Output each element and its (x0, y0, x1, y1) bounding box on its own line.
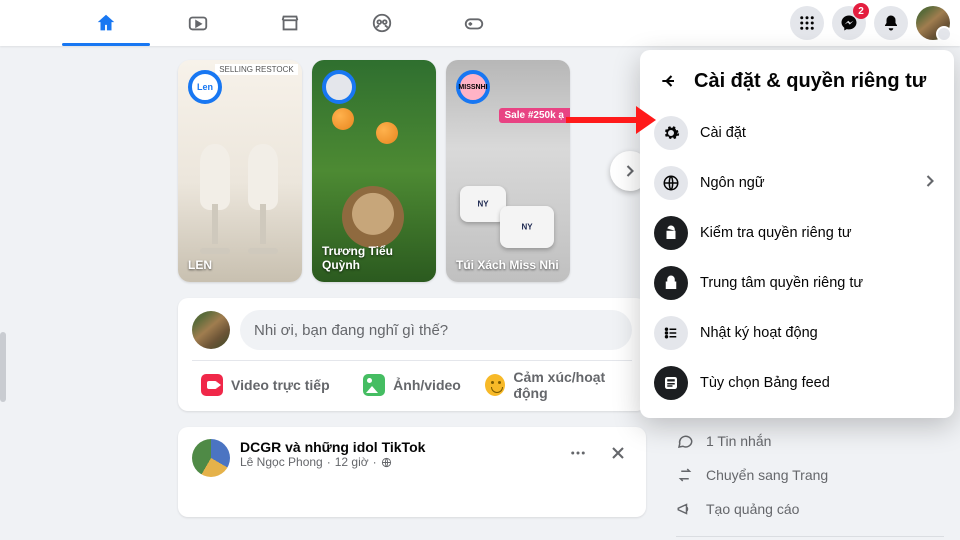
lock-icon (654, 266, 688, 300)
grid-icon (798, 14, 816, 32)
gear-icon (654, 116, 688, 150)
main-column: SELLING RESTOCK Len LEN Trương Tiểu Quỳn… (178, 60, 646, 517)
composer-photo-button[interactable]: Ảnh/video (339, 367, 486, 403)
lock-open-icon (654, 216, 688, 250)
nav-watch[interactable] (152, 0, 244, 46)
feeling-icon (485, 374, 505, 396)
story-caption: Túi Xách Miss Nhi (456, 258, 560, 272)
post-avatar[interactable] (192, 439, 230, 477)
story-caption: Trương Tiểu Quỳnh (322, 244, 426, 272)
post-more-button[interactable] (564, 439, 592, 467)
messenger-badge: 2 (853, 3, 869, 19)
top-nav (60, 0, 520, 46)
live-video-icon (201, 374, 223, 396)
composer-action-label: Ảnh/video (393, 377, 461, 393)
composer-feeling-button[interactable]: Cảm xúc/hoạt động (485, 367, 632, 403)
post-author[interactable]: Lê Ngọc Phong (240, 455, 323, 469)
chevron-right-icon (920, 171, 940, 195)
arrow-left-icon (659, 71, 679, 91)
feed-post: DCGR và những idol TikTok Lê Ngọc Phong … (178, 427, 646, 517)
groups-icon (371, 12, 393, 34)
menu-label: Ngôn ngữ (700, 175, 765, 191)
nav-home[interactable] (60, 0, 152, 46)
left-scrollbar[interactable] (0, 332, 6, 402)
settings-privacy-panel: Cài đặt & quyền riêng tư Cài đặt Ngôn ng… (640, 50, 954, 418)
list-icon (654, 316, 688, 350)
story-avatar-ring (322, 70, 356, 104)
menu-privacy-center[interactable]: Trung tâm quyền riêng tư (648, 258, 946, 308)
dots-icon (569, 444, 587, 462)
close-icon (608, 443, 628, 463)
panel-back-button[interactable] (654, 66, 684, 96)
story-card[interactable]: Trương Tiểu Quỳnh (312, 60, 436, 282)
marketplace-icon (279, 12, 301, 34)
nav-groups[interactable] (336, 0, 428, 46)
story-card[interactable]: SELLING RESTOCK Len LEN (178, 60, 302, 282)
globe-icon (654, 166, 688, 200)
menu-label: Nhật ký hoạt động (700, 325, 818, 341)
composer-avatar[interactable] (192, 311, 230, 349)
menu-activity-log[interactable]: Nhật ký hoạt động (648, 308, 946, 358)
composer-input[interactable]: Nhi ơi, bạn đang nghĩ gì thế? (240, 310, 632, 350)
menu-settings[interactable]: Cài đặt (648, 108, 946, 158)
rside-inbox[interactable]: 1 Tin nhắn (676, 424, 944, 458)
menu-label: Tùy chọn Bảng feed (700, 375, 830, 391)
composer-action-label: Video trực tiếp (231, 377, 330, 393)
story-avatar-ring: MISSNHI (456, 70, 490, 104)
panel-title: Cài đặt & quyền riêng tư (694, 70, 926, 93)
story-avatar-ring: Len (188, 70, 222, 104)
top-bar: 2 (0, 0, 960, 46)
post-meta: Lê Ngọc Phong · 12 giờ · (240, 455, 425, 469)
post-time: 12 giờ (335, 455, 369, 469)
top-right: 2 (790, 0, 950, 46)
story-top-tag: SELLING RESTOCK (215, 64, 298, 75)
menu-feed-preferences[interactable]: Tùy chọn Bảng feed (648, 358, 946, 408)
menu-label: Kiểm tra quyền riêng tư (700, 225, 852, 241)
menu-grid-button[interactable] (790, 6, 824, 40)
watch-icon (187, 12, 209, 34)
menu-privacy-checkup[interactable]: Kiểm tra quyền riêng tư (648, 208, 946, 258)
megaphone-icon (676, 500, 694, 518)
messenger-button[interactable]: 2 (832, 6, 866, 40)
menu-language[interactable]: Ngôn ngữ (648, 158, 946, 208)
home-icon (95, 12, 117, 34)
composer-card: Nhi ơi, bạn đang nghĩ gì thế? Video trực… (178, 298, 646, 411)
bell-icon (882, 14, 900, 32)
switch-icon (676, 466, 694, 484)
stories-row: SELLING RESTOCK Len LEN Trương Tiểu Quỳn… (178, 60, 646, 282)
menu-label: Trung tâm quyền riêng tư (700, 275, 863, 291)
nav-gaming[interactable] (428, 0, 520, 46)
notifications-button[interactable] (874, 6, 908, 40)
nav-marketplace[interactable] (244, 0, 336, 46)
story-card[interactable]: NY NY MISSNHI Sale #250k ạ Túi Xách Miss… (446, 60, 570, 282)
chevron-right-icon (620, 161, 640, 181)
globe-icon (381, 457, 392, 468)
rside-switch-page[interactable]: Chuyển sang Trang (676, 458, 944, 492)
rside-create-ad[interactable]: Tạo quảng cáo (676, 492, 944, 526)
story-sale-tag: Sale #250k ạ (499, 108, 571, 123)
post-close-button[interactable] (604, 439, 632, 467)
post-title[interactable]: DCGR và những idol TikTok (240, 439, 425, 455)
story-caption: LEN (188, 258, 292, 272)
account-avatar[interactable] (916, 6, 950, 40)
photo-video-icon (363, 374, 385, 396)
feed-icon (654, 366, 688, 400)
composer-live-button[interactable]: Video trực tiếp (192, 367, 339, 403)
menu-label: Cài đặt (700, 125, 746, 141)
composer-action-label: Cảm xúc/hoạt động (513, 369, 632, 401)
gaming-icon (463, 12, 485, 34)
chat-icon (676, 432, 694, 450)
